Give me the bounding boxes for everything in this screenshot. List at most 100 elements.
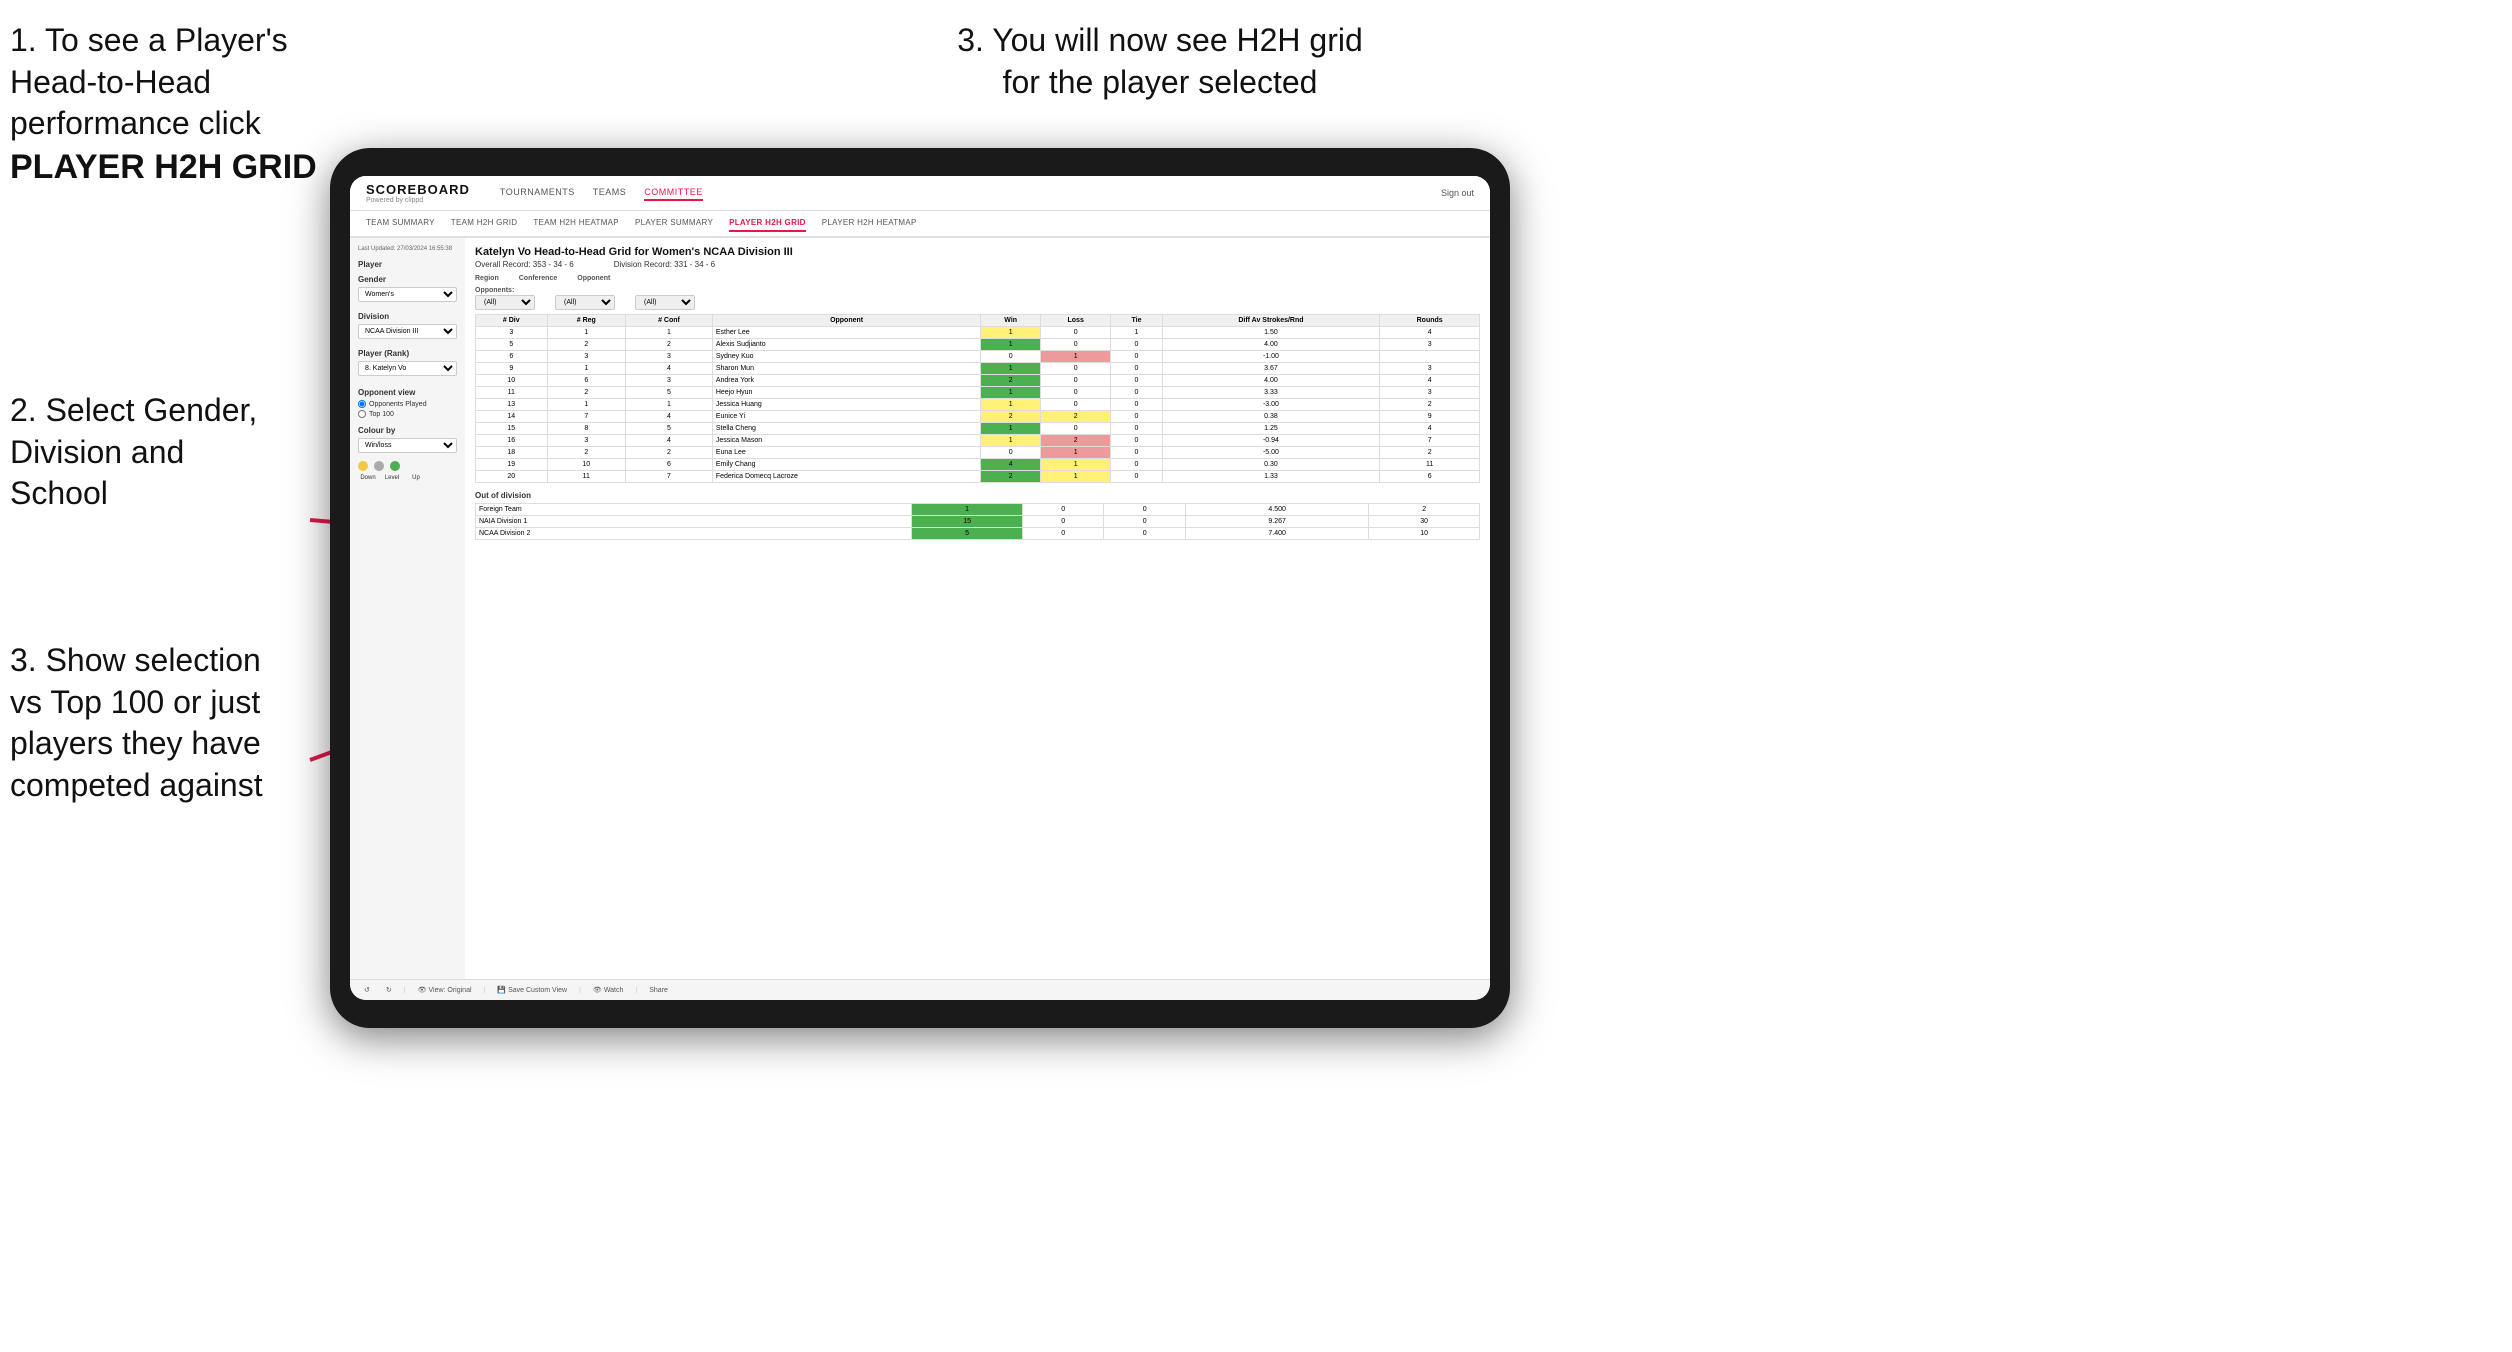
th-opponent: Opponent bbox=[712, 315, 981, 327]
table-row: 10 6 3 Andrea York 2 0 0 4.00 4 bbox=[476, 375, 1480, 387]
colour-by-select[interactable]: Win/loss bbox=[358, 438, 457, 453]
division-label: Division bbox=[358, 312, 457, 321]
instruction-mid-left: 2. Select Gender, Division and School bbox=[10, 390, 290, 515]
out-of-division-header: Out of division bbox=[475, 491, 1480, 500]
sep1: | bbox=[404, 987, 406, 994]
down-dot bbox=[358, 461, 368, 471]
grid-records: Overall Record: 353 - 34 - 6 Division Re… bbox=[475, 260, 1480, 269]
nav-teams[interactable]: TEAMS bbox=[593, 185, 627, 201]
timestamp: Last Updated: 27/03/2024 16:55:38 bbox=[358, 246, 457, 252]
table-row: 6 3 3 Sydney Kuo 0 1 0 -1.00 bbox=[476, 351, 1480, 363]
opponents-label: Opponents: bbox=[475, 287, 535, 294]
player-rank-label: Player (Rank) bbox=[358, 349, 457, 358]
player-rank-select[interactable]: 8. Katelyn Vo bbox=[358, 361, 457, 376]
subnav-team-summary[interactable]: TEAM SUMMARY bbox=[366, 215, 435, 232]
filter-conference-label: Conference bbox=[519, 275, 558, 282]
filter-opponent-label: Opponent bbox=[577, 275, 610, 282]
th-rounds: Rounds bbox=[1380, 315, 1480, 327]
view-original-label: View: Original bbox=[428, 987, 471, 994]
ood-row: NCAA Division 2 5 0 0 7.400 10 bbox=[476, 528, 1480, 540]
gender-label: Gender bbox=[358, 275, 457, 284]
sep3: | bbox=[579, 987, 581, 994]
subnav-player-h2h-heatmap[interactable]: PLAYER H2H HEATMAP bbox=[822, 215, 917, 232]
instruction-text-1: 1. To see a Player's Head-to-Head perfor… bbox=[10, 22, 288, 141]
gender-select[interactable]: Women's Men's bbox=[358, 287, 457, 302]
opponent-select[interactable]: (All) bbox=[635, 295, 695, 310]
table-row: 13 1 1 Jessica Huang 1 0 0 -3.00 2 bbox=[476, 399, 1480, 411]
colour-dots bbox=[358, 461, 457, 471]
bottom-toolbar: ↺ ↻ | 👁 View: Original | 💾 Save Custom V… bbox=[350, 979, 1490, 1000]
ood-row: Foreign Team 1 0 0 4.500 2 bbox=[476, 504, 1480, 516]
table-row: 16 3 4 Jessica Mason 1 2 0 -0.94 7 bbox=[476, 435, 1480, 447]
subnav-team-h2h-grid[interactable]: TEAM H2H GRID bbox=[451, 215, 518, 232]
radio-top-100[interactable]: Top 100 bbox=[358, 410, 457, 418]
filter-conference: Conference bbox=[519, 275, 558, 283]
table-row: 3 1 1 Esther Lee 1 0 1 1.50 4 bbox=[476, 327, 1480, 339]
h2h-table: # Div # Reg # Conf Opponent Win Loss Tie… bbox=[475, 314, 1480, 483]
ood-row: NAIA Division 1 15 0 0 9.267 30 bbox=[476, 516, 1480, 528]
share-button[interactable]: Share bbox=[645, 985, 672, 996]
left-panel: Last Updated: 27/03/2024 16:55:38 Player… bbox=[350, 238, 465, 979]
division-select[interactable]: NCAA Division III NCAA Division I NCAA D… bbox=[358, 324, 457, 339]
table-row: 18 2 2 Euna Lee 0 1 0 -5.00 2 bbox=[476, 447, 1480, 459]
colour-by-label: Colour by bbox=[358, 426, 457, 435]
view-icon: 👁 bbox=[418, 986, 427, 994]
opponent-view-section: Opponent view Opponents Played Top 100 bbox=[358, 388, 457, 418]
table-row: 5 2 2 Alexis Sudjianto 1 0 0 4.00 3 bbox=[476, 339, 1480, 351]
watch-label: Watch bbox=[604, 987, 624, 994]
instruction-text-4: 3. Show selection vs Top 100 or just pla… bbox=[10, 642, 263, 803]
player-label: Player bbox=[358, 260, 457, 269]
opponent-view-label: Opponent view bbox=[358, 388, 457, 397]
save-icon: 💾 bbox=[497, 986, 506, 994]
filter-opponent-group: (All) bbox=[635, 295, 695, 310]
instruction-text-3: 3. You will now see H2H grid for the pla… bbox=[957, 22, 1363, 100]
colour-labels: Down Level Up bbox=[358, 475, 457, 481]
tablet-device: SCOREBOARD Powered by clippd TOURNAMENTS… bbox=[330, 148, 1510, 1028]
logo-text: SCOREBOARD bbox=[366, 182, 470, 197]
th-conf: # Conf bbox=[626, 315, 713, 327]
redo-button[interactable]: ↻ bbox=[382, 984, 396, 996]
table-row: 14 7 4 Eunice Yi 2 2 0 0.38 9 bbox=[476, 411, 1480, 423]
sign-out[interactable]: Sign out bbox=[1441, 188, 1474, 198]
save-custom-label: Save Custom View bbox=[508, 987, 567, 994]
table-row: 19 10 6 Emily Chang 4 1 0 0.30 11 bbox=[476, 459, 1480, 471]
tablet-screen: SCOREBOARD Powered by clippd TOURNAMENTS… bbox=[350, 176, 1490, 1000]
sep2: | bbox=[484, 987, 486, 994]
table-row: 11 2 5 Heejo Hyun 1 0 0 3.33 3 bbox=[476, 387, 1480, 399]
undo-button[interactable]: ↺ bbox=[360, 984, 374, 996]
filter-row: Region Conference Opponent bbox=[475, 275, 1480, 283]
up-dot bbox=[390, 461, 400, 471]
logo: SCOREBOARD Powered by clippd bbox=[366, 182, 470, 204]
overall-record: Overall Record: 353 - 34 - 6 bbox=[475, 260, 574, 269]
division-record: Division Record: 331 - 34 - 6 bbox=[614, 260, 715, 269]
radio-opponents-played[interactable]: Opponents Played bbox=[358, 400, 457, 408]
subnav-player-summary[interactable]: PLAYER SUMMARY bbox=[635, 215, 713, 232]
th-div: # Div bbox=[476, 315, 548, 327]
th-diff: Diff Av Strokes/Rnd bbox=[1162, 315, 1380, 327]
watch-icon: 👁 bbox=[593, 986, 602, 994]
out-of-division-table: Foreign Team 1 0 0 4.500 2 NAIA Division… bbox=[475, 503, 1480, 540]
subnav-player-h2h-grid[interactable]: PLAYER H2H GRID bbox=[729, 215, 806, 232]
save-custom-button[interactable]: 💾 Save Custom View bbox=[493, 984, 571, 996]
powered-by: Powered by clippd bbox=[366, 197, 470, 204]
nav-tournaments[interactable]: TOURNAMENTS bbox=[500, 185, 575, 201]
nav-committee[interactable]: COMMITTEE bbox=[644, 185, 703, 201]
filter-selects: Opponents: (All) (All) (All) bbox=[475, 287, 1480, 310]
opponents-select[interactable]: (All) bbox=[475, 295, 535, 310]
th-win: Win bbox=[981, 315, 1041, 327]
nav-bar: SCOREBOARD Powered by clippd TOURNAMENTS… bbox=[350, 176, 1490, 211]
view-original-button[interactable]: 👁 View: Original bbox=[414, 984, 476, 996]
sep4: | bbox=[635, 987, 637, 994]
instruction-text-2: 2. Select Gender, Division and School bbox=[10, 392, 257, 511]
nav-items: TOURNAMENTS TEAMS COMMITTEE bbox=[500, 185, 1421, 201]
th-tie: Tie bbox=[1111, 315, 1162, 327]
conference-select[interactable]: (All) bbox=[555, 295, 615, 310]
instruction-bottom-left: 3. Show selection vs Top 100 or just pla… bbox=[10, 640, 300, 806]
watch-button[interactable]: 👁 Watch bbox=[589, 984, 627, 996]
filter-region-label: Region bbox=[475, 275, 499, 282]
sub-nav: TEAM SUMMARY TEAM H2H GRID TEAM H2H HEAT… bbox=[350, 211, 1490, 238]
subnav-team-h2h-heatmap[interactable]: TEAM H2H HEATMAP bbox=[533, 215, 619, 232]
table-row: 15 8 5 Stella Cheng 1 0 0 1.25 4 bbox=[476, 423, 1480, 435]
th-loss: Loss bbox=[1041, 315, 1111, 327]
grid-title: Katelyn Vo Head-to-Head Grid for Women's… bbox=[475, 246, 1480, 258]
